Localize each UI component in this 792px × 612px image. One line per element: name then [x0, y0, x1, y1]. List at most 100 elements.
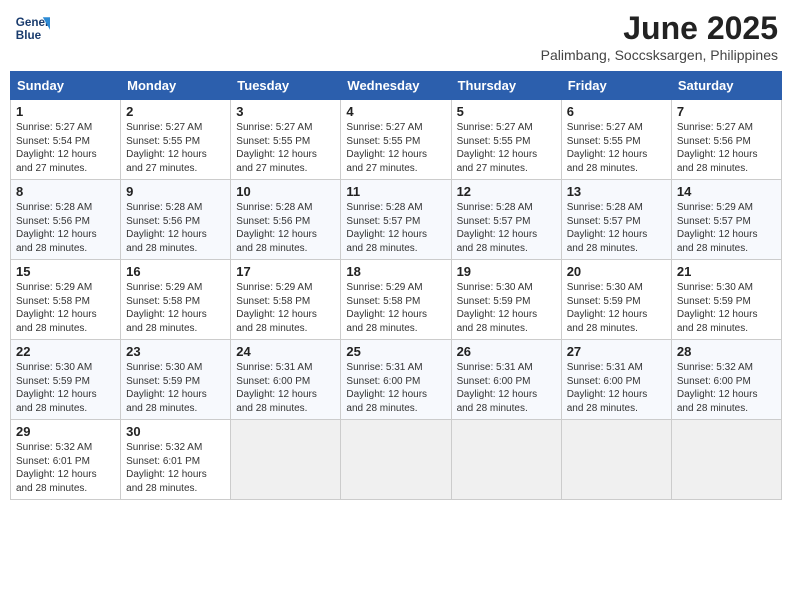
day-info: Sunrise: 5:28 AM Sunset: 5:56 PM Dayligh…	[236, 201, 335, 255]
day-cell-11: 11 Sunrise: 5:28 AM Sunset: 5:57 PM Dayl…	[341, 180, 451, 260]
day-info: Sunrise: 5:30 AM Sunset: 5:59 PM Dayligh…	[677, 281, 776, 335]
day-number: 25	[346, 344, 445, 359]
calendar-week-3: 15 Sunrise: 5:29 AM Sunset: 5:58 PM Dayl…	[11, 260, 782, 340]
day-cell-9: 9 Sunrise: 5:28 AM Sunset: 5:56 PM Dayli…	[121, 180, 231, 260]
svg-text:Blue: Blue	[16, 29, 42, 42]
day-cell-3: 3 Sunrise: 5:27 AM Sunset: 5:55 PM Dayli…	[231, 100, 341, 180]
day-number: 21	[677, 264, 776, 279]
day-cell-8: 8 Sunrise: 5:28 AM Sunset: 5:56 PM Dayli…	[11, 180, 121, 260]
empty-cell	[561, 420, 671, 500]
calendar-header: General Blue June 2025 Palimbang, Soccsk…	[10, 10, 782, 63]
calendar-table: Sunday Monday Tuesday Wednesday Thursday…	[10, 71, 782, 500]
day-cell-4: 4 Sunrise: 5:27 AM Sunset: 5:55 PM Dayli…	[341, 100, 451, 180]
day-number: 11	[346, 184, 445, 199]
day-number: 3	[236, 104, 335, 119]
day-info: Sunrise: 5:30 AM Sunset: 5:59 PM Dayligh…	[567, 281, 666, 335]
day-number: 29	[16, 424, 115, 439]
calendar-title: June 2025	[541, 10, 778, 47]
day-info: Sunrise: 5:32 AM Sunset: 6:00 PM Dayligh…	[677, 361, 776, 415]
day-info: Sunrise: 5:30 AM Sunset: 5:59 PM Dayligh…	[126, 361, 225, 415]
day-info: Sunrise: 5:29 AM Sunset: 5:57 PM Dayligh…	[677, 201, 776, 255]
day-number: 22	[16, 344, 115, 359]
day-info: Sunrise: 5:28 AM Sunset: 5:56 PM Dayligh…	[126, 201, 225, 255]
day-cell-10: 10 Sunrise: 5:28 AM Sunset: 5:56 PM Dayl…	[231, 180, 341, 260]
day-cell-25: 25 Sunrise: 5:31 AM Sunset: 6:00 PM Dayl…	[341, 340, 451, 420]
calendar-subtitle: Palimbang, Soccsksargen, Philippines	[541, 47, 778, 63]
day-info: Sunrise: 5:30 AM Sunset: 5:59 PM Dayligh…	[457, 281, 556, 335]
day-cell-16: 16 Sunrise: 5:29 AM Sunset: 5:58 PM Dayl…	[121, 260, 231, 340]
day-number: 16	[126, 264, 225, 279]
day-info: Sunrise: 5:27 AM Sunset: 5:54 PM Dayligh…	[16, 121, 115, 175]
day-number: 14	[677, 184, 776, 199]
day-cell-14: 14 Sunrise: 5:29 AM Sunset: 5:57 PM Dayl…	[671, 180, 781, 260]
day-cell-7: 7 Sunrise: 5:27 AM Sunset: 5:56 PM Dayli…	[671, 100, 781, 180]
day-cell-13: 13 Sunrise: 5:28 AM Sunset: 5:57 PM Dayl…	[561, 180, 671, 260]
day-number: 27	[567, 344, 666, 359]
calendar-week-1: 1 Sunrise: 5:27 AM Sunset: 5:54 PM Dayli…	[11, 100, 782, 180]
day-cell-17: 17 Sunrise: 5:29 AM Sunset: 5:58 PM Dayl…	[231, 260, 341, 340]
empty-cell	[671, 420, 781, 500]
day-number: 12	[457, 184, 556, 199]
logo-icon: General Blue	[14, 10, 50, 46]
empty-cell	[451, 420, 561, 500]
day-number: 20	[567, 264, 666, 279]
day-cell-5: 5 Sunrise: 5:27 AM Sunset: 5:55 PM Dayli…	[451, 100, 561, 180]
day-info: Sunrise: 5:29 AM Sunset: 5:58 PM Dayligh…	[126, 281, 225, 335]
day-number: 13	[567, 184, 666, 199]
header-row: Sunday Monday Tuesday Wednesday Thursday…	[11, 72, 782, 100]
day-cell-2: 2 Sunrise: 5:27 AM Sunset: 5:55 PM Dayli…	[121, 100, 231, 180]
day-number: 28	[677, 344, 776, 359]
day-number: 4	[346, 104, 445, 119]
day-info: Sunrise: 5:31 AM Sunset: 6:00 PM Dayligh…	[346, 361, 445, 415]
day-cell-23: 23 Sunrise: 5:30 AM Sunset: 5:59 PM Dayl…	[121, 340, 231, 420]
day-info: Sunrise: 5:31 AM Sunset: 6:00 PM Dayligh…	[236, 361, 335, 415]
day-number: 5	[457, 104, 556, 119]
day-number: 6	[567, 104, 666, 119]
day-number: 1	[16, 104, 115, 119]
day-info: Sunrise: 5:28 AM Sunset: 5:57 PM Dayligh…	[457, 201, 556, 255]
day-cell-1: 1 Sunrise: 5:27 AM Sunset: 5:54 PM Dayli…	[11, 100, 121, 180]
day-info: Sunrise: 5:28 AM Sunset: 5:57 PM Dayligh…	[346, 201, 445, 255]
day-number: 24	[236, 344, 335, 359]
day-number: 8	[16, 184, 115, 199]
col-sunday: Sunday	[11, 72, 121, 100]
calendar-week-4: 22 Sunrise: 5:30 AM Sunset: 5:59 PM Dayl…	[11, 340, 782, 420]
day-cell-15: 15 Sunrise: 5:29 AM Sunset: 5:58 PM Dayl…	[11, 260, 121, 340]
day-number: 17	[236, 264, 335, 279]
day-cell-21: 21 Sunrise: 5:30 AM Sunset: 5:59 PM Dayl…	[671, 260, 781, 340]
day-number: 7	[677, 104, 776, 119]
day-number: 15	[16, 264, 115, 279]
title-area: June 2025 Palimbang, Soccsksargen, Phili…	[541, 10, 778, 63]
logo: General Blue	[14, 10, 50, 46]
day-cell-18: 18 Sunrise: 5:29 AM Sunset: 5:58 PM Dayl…	[341, 260, 451, 340]
day-number: 2	[126, 104, 225, 119]
day-info: Sunrise: 5:31 AM Sunset: 6:00 PM Dayligh…	[567, 361, 666, 415]
col-tuesday: Tuesday	[231, 72, 341, 100]
day-info: Sunrise: 5:29 AM Sunset: 5:58 PM Dayligh…	[16, 281, 115, 335]
day-info: Sunrise: 5:31 AM Sunset: 6:00 PM Dayligh…	[457, 361, 556, 415]
empty-cell	[341, 420, 451, 500]
day-cell-19: 19 Sunrise: 5:30 AM Sunset: 5:59 PM Dayl…	[451, 260, 561, 340]
day-info: Sunrise: 5:27 AM Sunset: 5:55 PM Dayligh…	[126, 121, 225, 175]
day-cell-28: 28 Sunrise: 5:32 AM Sunset: 6:00 PM Dayl…	[671, 340, 781, 420]
day-cell-22: 22 Sunrise: 5:30 AM Sunset: 5:59 PM Dayl…	[11, 340, 121, 420]
day-info: Sunrise: 5:30 AM Sunset: 5:59 PM Dayligh…	[16, 361, 115, 415]
day-cell-20: 20 Sunrise: 5:30 AM Sunset: 5:59 PM Dayl…	[561, 260, 671, 340]
day-info: Sunrise: 5:27 AM Sunset: 5:55 PM Dayligh…	[567, 121, 666, 175]
col-wednesday: Wednesday	[341, 72, 451, 100]
day-info: Sunrise: 5:29 AM Sunset: 5:58 PM Dayligh…	[346, 281, 445, 335]
day-cell-30: 30 Sunrise: 5:32 AM Sunset: 6:01 PM Dayl…	[121, 420, 231, 500]
day-info: Sunrise: 5:27 AM Sunset: 5:55 PM Dayligh…	[457, 121, 556, 175]
day-info: Sunrise: 5:27 AM Sunset: 5:55 PM Dayligh…	[236, 121, 335, 175]
col-thursday: Thursday	[451, 72, 561, 100]
day-info: Sunrise: 5:29 AM Sunset: 5:58 PM Dayligh…	[236, 281, 335, 335]
day-info: Sunrise: 5:27 AM Sunset: 5:55 PM Dayligh…	[346, 121, 445, 175]
day-info: Sunrise: 5:28 AM Sunset: 5:56 PM Dayligh…	[16, 201, 115, 255]
day-number: 9	[126, 184, 225, 199]
day-cell-24: 24 Sunrise: 5:31 AM Sunset: 6:00 PM Dayl…	[231, 340, 341, 420]
calendar-week-2: 8 Sunrise: 5:28 AM Sunset: 5:56 PM Dayli…	[11, 180, 782, 260]
day-cell-6: 6 Sunrise: 5:27 AM Sunset: 5:55 PM Dayli…	[561, 100, 671, 180]
calendar-week-5: 29 Sunrise: 5:32 AM Sunset: 6:01 PM Dayl…	[11, 420, 782, 500]
day-info: Sunrise: 5:32 AM Sunset: 6:01 PM Dayligh…	[126, 441, 225, 495]
day-info: Sunrise: 5:28 AM Sunset: 5:57 PM Dayligh…	[567, 201, 666, 255]
